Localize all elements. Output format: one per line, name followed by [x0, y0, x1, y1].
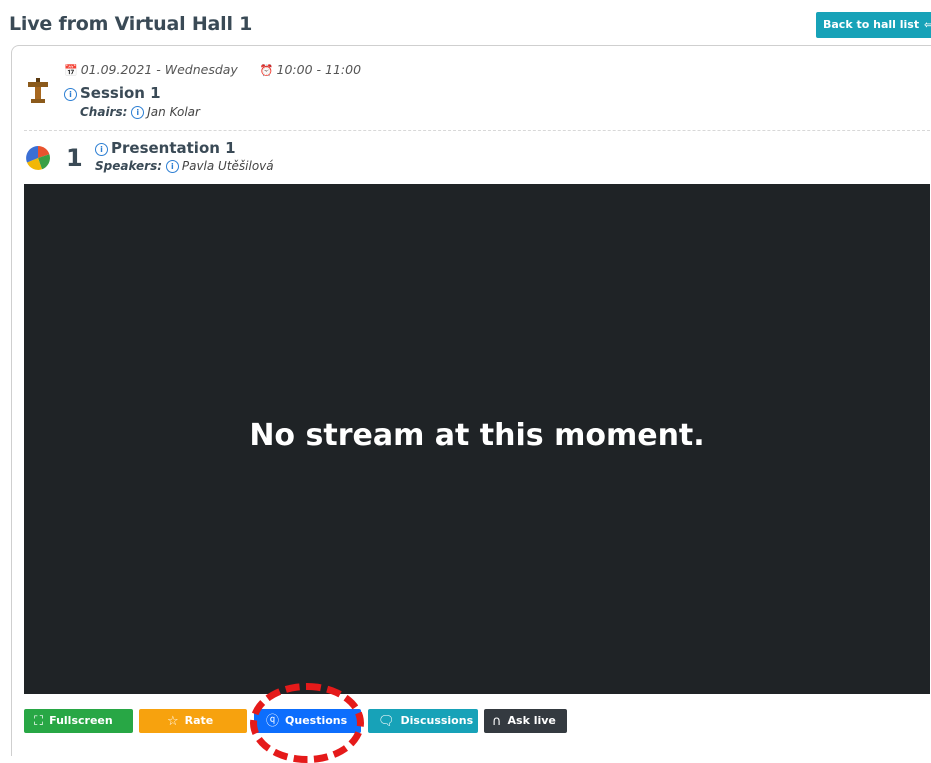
info-icon[interactable]: i	[64, 88, 77, 101]
session-time: 10:00 - 11:00	[276, 62, 362, 77]
ask-live-label: Ask live	[507, 714, 556, 727]
presentation-title-link[interactable]: i Presentation 1	[95, 139, 236, 157]
chairs-label: Chairs:	[80, 105, 128, 119]
pie-chart-icon	[26, 146, 50, 170]
section-divider	[24, 130, 930, 131]
video-player[interactable]: No stream at this moment.	[24, 184, 930, 694]
session-title-link[interactable]: i Session 1	[64, 84, 161, 102]
ask-live-button[interactable]: ∩ Ask live	[484, 709, 567, 733]
page-title: Live from Virtual Hall 1	[9, 13, 253, 35]
lectern-icon	[28, 78, 48, 103]
info-icon[interactable]: i	[131, 106, 145, 119]
back-arrow-icon: ⇦	[924, 20, 931, 31]
rate-label: Rate	[184, 714, 214, 727]
info-icon[interactable]: i	[95, 143, 108, 156]
presentation-title: Presentation 1	[111, 139, 236, 157]
star-icon: ☆	[167, 714, 179, 729]
presentation-speakers: Speakers: i Pavla Utěšilová	[95, 159, 274, 173]
discussions-label: Discussions	[400, 714, 474, 727]
back-button-label: Back to hall list	[823, 18, 920, 31]
fullscreen-button[interactable]: ⛶ Fullscreen	[24, 709, 133, 733]
back-to-hall-list-button[interactable]: Back to hall list ⇦	[816, 12, 931, 38]
fullscreen-label: Fullscreen	[49, 714, 113, 727]
session-chairs: Chairs: i Jan Kolar	[80, 105, 200, 119]
discussions-button[interactable]: 🗨 Discussions	[368, 709, 478, 733]
questions-highlight-circle	[250, 683, 364, 763]
fullscreen-icon: ⛶	[34, 714, 44, 729]
clock-icon: ⏰	[259, 64, 274, 77]
chair-name[interactable]: Jan Kolar	[147, 105, 200, 119]
info-icon[interactable]: i	[165, 160, 179, 173]
speaker-name[interactable]: Pavla Utěšilová	[182, 159, 274, 173]
presentation-number: 1	[66, 144, 83, 172]
no-stream-message: No stream at this moment.	[249, 417, 705, 453]
calendar-icon: 📅	[64, 64, 78, 77]
headset-icon: ∩	[492, 714, 502, 729]
rate-button[interactable]: ☆ Rate	[139, 709, 247, 733]
session-title: Session 1	[80, 84, 161, 102]
speakers-label: Speakers:	[95, 159, 163, 173]
session-meta: 📅 01.09.2021 - Wednesday ⏰ 10:00 - 11:00	[64, 62, 361, 77]
chat-icon: 🗨	[378, 714, 395, 729]
session-date: 01.09.2021 - Wednesday	[80, 62, 238, 77]
